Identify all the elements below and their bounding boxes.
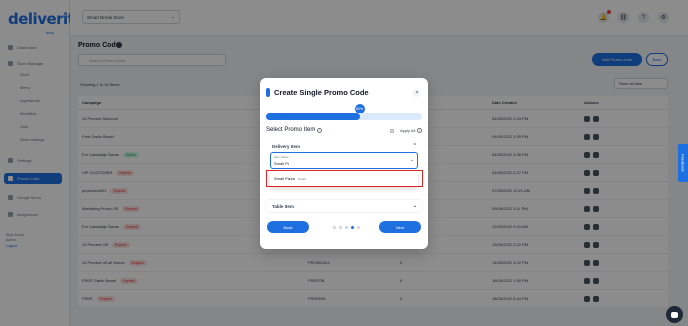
progress-bar [266, 113, 422, 120]
table-item-header[interactable]: Table Item ⌄ [266, 200, 422, 212]
step-dot [339, 226, 342, 229]
item-name-label: Item Name [274, 155, 289, 159]
next-button[interactable]: Next [379, 221, 421, 233]
back-button[interactable]: Back [267, 221, 309, 233]
step-dot [345, 226, 348, 229]
chevron-down-icon[interactable]: ⌄ [410, 157, 414, 163]
apply-all-radio[interactable] [390, 129, 394, 133]
step-dot [357, 226, 360, 229]
item-name-value[interactable]: Small Pi [274, 161, 289, 166]
table-item-title: Table Item [272, 203, 294, 209]
info-icon[interactable]: i [417, 128, 423, 133]
table-item-accordion: Table Item ⌄ [266, 200, 422, 212]
highlight-box [266, 170, 423, 187]
title-accent [266, 88, 270, 97]
delivery-item-title: Delivery Item [272, 143, 301, 149]
step-dots [333, 226, 360, 229]
chevron-up-icon: ⌃ [412, 143, 417, 149]
feedback-tab[interactable]: Feedback [678, 144, 688, 182]
chevron-down-icon: ⌄ [412, 203, 417, 209]
info-icon[interactable]: i [317, 127, 323, 133]
section-title: Select Promo Item i [266, 127, 323, 133]
delivery-item-header[interactable]: Delivery Item ⌃ [266, 140, 422, 152]
item-name-field[interactable]: Item Name Small Pi ⌄ [270, 152, 418, 169]
step-dot [333, 226, 336, 229]
create-promo-modal: Create Single Promo Code × 80% Select Pr… [260, 78, 428, 249]
modal-title: Create Single Promo Code [274, 88, 369, 97]
step-dot [351, 226, 354, 229]
progress-fill [266, 113, 360, 120]
chat-button[interactable] [666, 306, 683, 323]
apply-all: Apply All i [400, 128, 423, 133]
close-icon[interactable]: × [413, 89, 421, 97]
chat-icon [671, 311, 678, 318]
section-title-text: Select Promo Item [266, 127, 316, 133]
apply-all-label: Apply All [400, 128, 416, 133]
